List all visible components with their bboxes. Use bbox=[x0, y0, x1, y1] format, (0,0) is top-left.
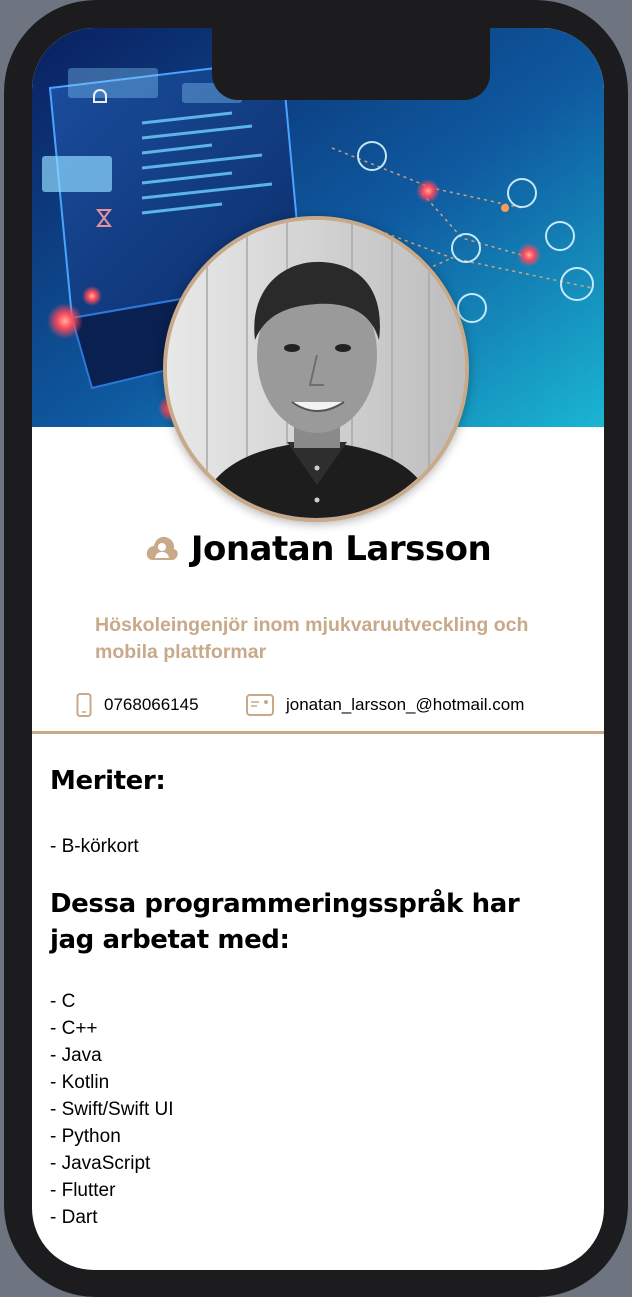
contact-card-icon bbox=[246, 694, 274, 716]
name-row: Jonatan Larsson bbox=[32, 529, 604, 569]
person-cloud-icon bbox=[146, 536, 178, 560]
phone-number: 0768066145 bbox=[104, 695, 199, 714]
list-item: - B-körkort bbox=[50, 836, 139, 857]
section-divider bbox=[32, 731, 604, 734]
email-contact[interactable]: jonatan_larsson_@hotmail.com bbox=[246, 692, 524, 718]
list-item: - JavaScript bbox=[50, 1153, 151, 1174]
list-item: - Dart bbox=[50, 1207, 98, 1228]
merits-heading: Meriter: bbox=[50, 766, 166, 796]
profile-name: Jonatan Larsson bbox=[190, 529, 492, 569]
list-item: - Python bbox=[50, 1126, 121, 1147]
list-item: - Java bbox=[50, 1045, 102, 1066]
device-frame: Jonatan Larsson Höskoleingenjör inom mju… bbox=[0, 0, 632, 1297]
list-item: - Kotlin bbox=[50, 1072, 110, 1093]
email-address: jonatan_larsson_@hotmail.com bbox=[286, 695, 525, 714]
languages-heading: Dessa programmeringsspråk har jag arbeta… bbox=[50, 889, 520, 955]
list-item: - Flutter bbox=[50, 1180, 116, 1201]
profile-photo bbox=[163, 216, 469, 522]
profile-title: Höskoleingenjör inom mjukvaruutveckling … bbox=[95, 614, 529, 663]
phone-icon bbox=[76, 693, 92, 717]
list-item: - C++ bbox=[50, 1018, 98, 1039]
phone-contact[interactable]: 0768066145 bbox=[76, 692, 199, 718]
screen: Jonatan Larsson Höskoleingenjör inom mju… bbox=[32, 28, 604, 1270]
notch bbox=[212, 28, 490, 100]
list-item: - Swift/Swift UI bbox=[50, 1099, 174, 1120]
list-item: - C bbox=[50, 991, 76, 1012]
languages-list: - C - C++ - Java - Kotlin - Swift/Swift … bbox=[50, 988, 174, 1231]
